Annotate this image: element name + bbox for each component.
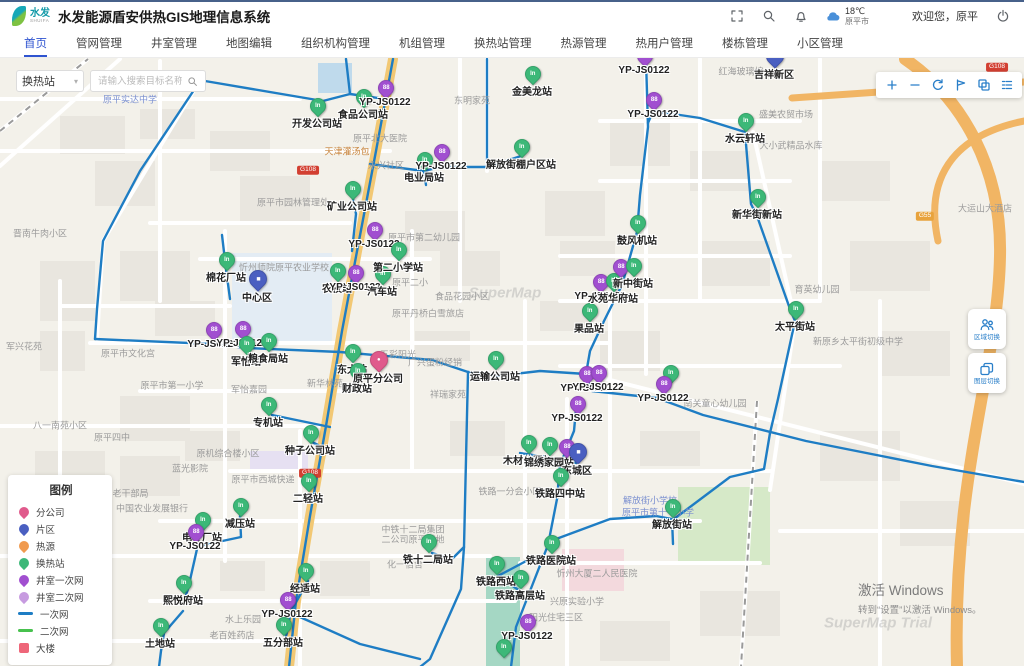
road-badge-G108: G108 — [986, 63, 1008, 72]
zoom-out-icon[interactable] — [907, 77, 923, 93]
search-input[interactable] — [96, 75, 184, 88]
legend-item-一次网: 一次网 — [18, 605, 104, 622]
map-search-bar: 换热站 ▾ — [16, 70, 206, 92]
side-button-区域切换[interactable]: 区域切换 — [968, 309, 1006, 349]
legend-item-井室二次网: 井室二次网 — [18, 588, 104, 605]
tab-地图编辑[interactable]: 地图编辑 — [226, 30, 272, 57]
search-category-value: 换热站 — [22, 73, 55, 89]
tab-组织机构管理[interactable]: 组织机构管理 — [301, 30, 370, 57]
legend-item-换热站: 换热站 — [18, 554, 104, 571]
map-canvas[interactable]: 原平实达中学天津灌汤包原平北大医院东明家苑永兴社区原平市园林管理处原平市第二幼儿… — [0, 58, 1024, 666]
search-icon[interactable] — [761, 9, 776, 24]
side-button-图层切换[interactable]: 图层切换 — [968, 353, 1006, 393]
tab-井室管理[interactable]: 井室管理 — [151, 30, 197, 57]
legend-item-分公司: 分公司 — [18, 503, 104, 520]
fullscreen-icon[interactable] — [729, 9, 744, 24]
legend-item-二次网: 二次网 — [18, 622, 104, 639]
layers-icon[interactable] — [976, 77, 992, 93]
tab-小区管理[interactable]: 小区管理 — [797, 30, 843, 57]
zoom-in-icon[interactable] — [884, 77, 900, 93]
logo-subtext: SHUIFA — [30, 19, 50, 24]
weather-city: 原平市 — [845, 17, 869, 26]
legend-panel: 图例 分公司片区热源换热站井室一次网井室二次网一次网二次网大楼 — [8, 475, 112, 665]
map-provider-watermark: SuperMap — [469, 285, 542, 302]
legend-item-大楼: 大楼 — [18, 639, 104, 656]
logout-icon[interactable] — [995, 9, 1010, 24]
bell-icon[interactable] — [793, 9, 808, 24]
reset-icon[interactable] — [930, 77, 946, 93]
welcome-text: 欢迎您，原平 — [912, 8, 978, 24]
measure-icon[interactable] — [953, 77, 969, 93]
search-input-wrap — [90, 70, 206, 92]
tab-首页[interactable]: 首页 — [24, 30, 47, 57]
logo-leaf-icon — [12, 6, 26, 26]
search-category-select[interactable]: 换热站 ▾ — [16, 70, 84, 92]
search-icon[interactable] — [187, 76, 198, 87]
app-logo: 水发 SHUIFA — [12, 6, 50, 26]
legend-item-井室一次网: 井室一次网 — [18, 571, 104, 588]
tab-换热站管理[interactable]: 换热站管理 — [474, 30, 532, 57]
weather-widget: 18℃ 原平市 — [825, 6, 869, 26]
page-title: 水发能源盾安供热GIS地理信息系统 — [58, 6, 270, 26]
tab-热源管理[interactable]: 热源管理 — [561, 30, 607, 57]
map-provider-watermark: SuperMap Trial — [824, 615, 932, 632]
legend-item-热源: 热源 — [18, 537, 104, 554]
road-badge-G55: G55 — [916, 212, 934, 221]
app-header: 水发 SHUIFA 水发能源盾安供热GIS地理信息系统 18℃ 原平市 欢迎您，… — [0, 2, 1024, 30]
cloud-icon — [825, 8, 841, 24]
tab-管网管理[interactable]: 管网管理 — [76, 30, 122, 57]
legend-title: 图例 — [18, 482, 104, 498]
tab-机组管理[interactable]: 机组管理 — [399, 30, 445, 57]
chevron-down-icon: ▾ — [74, 77, 78, 86]
nav-tabs: 首页 管网管理 井室管理 地图编辑 组织机构管理 机组管理 换热站管理 热源管理 热用户管理 楼栋… — [0, 30, 1024, 58]
tab-楼栋管理[interactable]: 楼栋管理 — [722, 30, 768, 57]
weather-temp: 18℃ — [845, 6, 869, 16]
road-badge-G108: G108 — [297, 166, 319, 175]
tab-热用户管理[interactable]: 热用户管理 — [636, 30, 694, 57]
map-toolbar — [876, 72, 1022, 98]
legend-list-icon[interactable] — [999, 77, 1015, 93]
legend-item-片区: 片区 — [18, 520, 104, 537]
